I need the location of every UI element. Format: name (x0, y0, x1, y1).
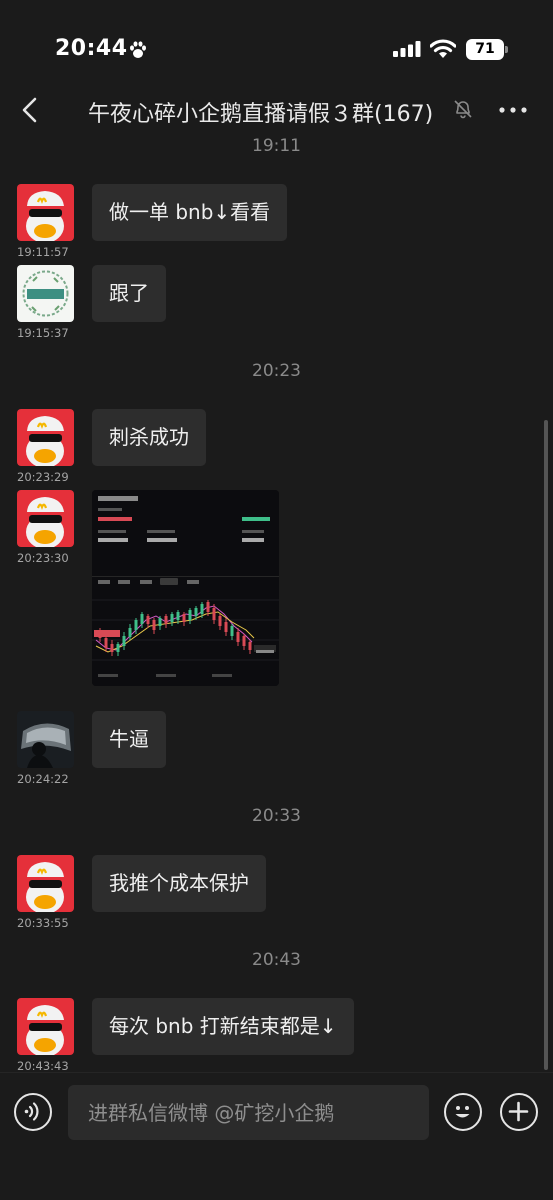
signal-icon (393, 41, 421, 57)
battery-indicator: 71 (466, 39, 508, 60)
chart-screenshot-image[interactable] (92, 490, 279, 686)
message-bubble[interactable]: 我推个成本保护 (92, 855, 266, 912)
message-bubble[interactable]: 牛逼 (92, 711, 166, 768)
scrollbar[interactable] (544, 420, 548, 1070)
message-time: 20:23:29 (17, 470, 69, 484)
time-separator: 19:11 (252, 136, 301, 156)
status-time: 20:44 (55, 36, 128, 61)
time-separator: 20:43 (252, 950, 301, 970)
time-separator: 20:33 (252, 806, 301, 826)
more-icon[interactable] (498, 102, 528, 118)
status-bar: 20:44 71 (0, 0, 553, 95)
message-input[interactable] (68, 1085, 429, 1140)
message-bubble[interactable]: 跟了 (92, 265, 166, 322)
voice-icon (24, 1102, 39, 1121)
paw-icon (130, 41, 146, 58)
message-time: 19:11:57 (17, 245, 69, 259)
message-time: 19:15:37 (17, 326, 69, 340)
chat-title: 午夜心碎小企鹅直播请假３群(167) (88, 102, 434, 127)
message-time: 20:24:22 (17, 772, 69, 786)
plus-icon (508, 1101, 529, 1122)
avatar[interactable] (17, 998, 74, 1055)
battery-level: 71 (466, 39, 504, 60)
voice-button[interactable] (14, 1093, 52, 1131)
message-time: 20:23:30 (17, 551, 69, 565)
message-time: 20:33:55 (17, 916, 69, 930)
avatar[interactable] (17, 184, 74, 241)
message-time: 20:43:43 (17, 1059, 69, 1073)
avatar[interactable] (17, 711, 74, 768)
chat-header: 午夜心碎小企鹅直播请假３群(167) (0, 88, 553, 132)
avatar[interactable] (17, 409, 74, 466)
mute-icon (454, 100, 472, 119)
back-icon[interactable] (18, 96, 42, 124)
wifi-icon (430, 39, 456, 58)
message-bubble[interactable]: 做一单 bnb↓看看 (92, 184, 288, 241)
time-separator: 20:23 (252, 361, 301, 381)
avatar[interactable] (17, 855, 74, 912)
emoji-icon (455, 1106, 470, 1118)
plus-button[interactable] (500, 1093, 538, 1131)
message-bubble[interactable]: 刺杀成功 (92, 409, 206, 466)
emoji-button[interactable] (444, 1093, 482, 1131)
input-bar (0, 1072, 553, 1200)
message-bubble[interactable]: 每次 bnb 打新结束都是↓ (92, 998, 354, 1055)
avatar[interactable] (17, 265, 74, 322)
avatar[interactable] (17, 490, 74, 547)
